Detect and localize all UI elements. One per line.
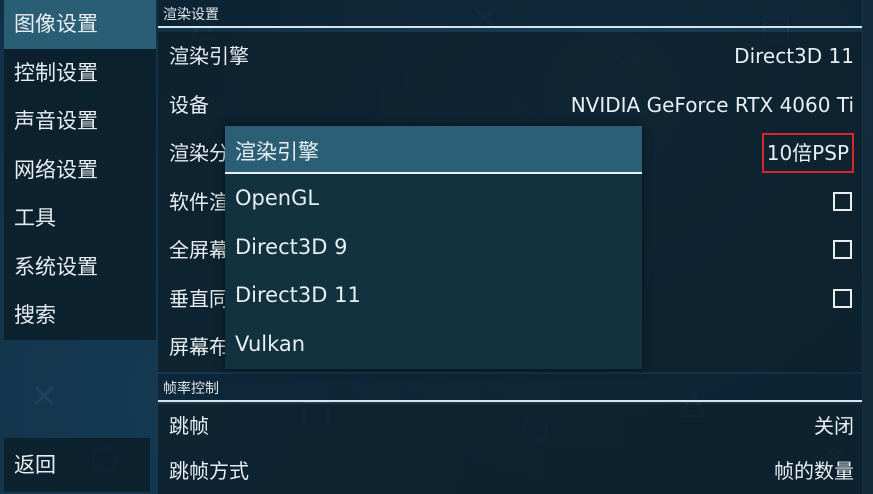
sidebar-item-tools[interactable]: 工具	[4, 194, 156, 243]
sidebar-item-controls[interactable]: 控制设置	[4, 49, 156, 98]
setting-label: 跳帧方式	[169, 459, 249, 483]
scrollbar[interactable]	[863, 0, 873, 494]
setting-label: 渲染分	[169, 141, 229, 165]
setting-render-engine[interactable]: 渲染引擎 Direct3D 11	[158, 32, 862, 81]
back-button[interactable]: 返回	[4, 438, 150, 492]
option-opengl[interactable]: OpenGL	[225, 174, 642, 223]
section-header-render: 渲染设置	[158, 0, 862, 28]
setting-label: 设备	[169, 92, 209, 117]
setting-value: Direct3D 11	[734, 44, 854, 68]
checkbox[interactable]	[833, 191, 852, 211]
sidebar-item-system[interactable]: 系统设置	[4, 243, 156, 292]
setting-label: 软件渲	[169, 189, 229, 214]
framerate-settings-list: 跳帧 关闭 跳帧方式 帧的数量	[158, 404, 862, 494]
setting-value: 关闭	[814, 414, 854, 438]
popup-title: 渲染引擎	[225, 126, 642, 174]
setting-label: 全屏幕	[169, 238, 229, 262]
setting-value-highlighted: 10倍PSP	[761, 133, 854, 173]
checkbox[interactable]	[833, 240, 852, 259]
setting-label: 跳帧	[169, 414, 209, 438]
sidebar: 图像设置 控制设置 声音设置 网络设置 工具 系统设置 搜索	[4, 0, 156, 340]
setting-value: NVIDIA GeForce RTX 4060 Ti	[570, 92, 854, 117]
setting-label: 屏幕布	[169, 335, 229, 359]
setting-frame-skip-type[interactable]: 跳帧方式 帧的数量	[158, 449, 862, 494]
setting-label: 垂直同	[169, 286, 229, 311]
setting-device[interactable]: 设备 NVIDIA GeForce RTX 4060 Ti	[158, 81, 862, 130]
setting-frame-skip[interactable]: 跳帧 关闭	[158, 404, 862, 449]
option-direct3d11[interactable]: Direct3D 11	[225, 271, 642, 320]
option-direct3d9[interactable]: Direct3D 9	[225, 223, 642, 272]
option-vulkan[interactable]: Vulkan	[225, 320, 642, 369]
sidebar-item-network[interactable]: 网络设置	[4, 146, 156, 195]
checkbox[interactable]	[833, 288, 852, 308]
setting-value: 帧的数量	[774, 459, 854, 483]
sidebar-item-search[interactable]: 搜索	[4, 291, 156, 340]
sidebar-item-audio[interactable]: 声音设置	[4, 97, 156, 146]
render-engine-popup: 渲染引擎 OpenGL Direct3D 9 Direct3D 11 Vulka…	[225, 126, 642, 369]
sidebar-item-graphics[interactable]: 图像设置	[4, 0, 156, 49]
section-header-framerate: 帧率控制	[158, 374, 862, 402]
setting-label: 渲染引擎	[169, 44, 249, 68]
